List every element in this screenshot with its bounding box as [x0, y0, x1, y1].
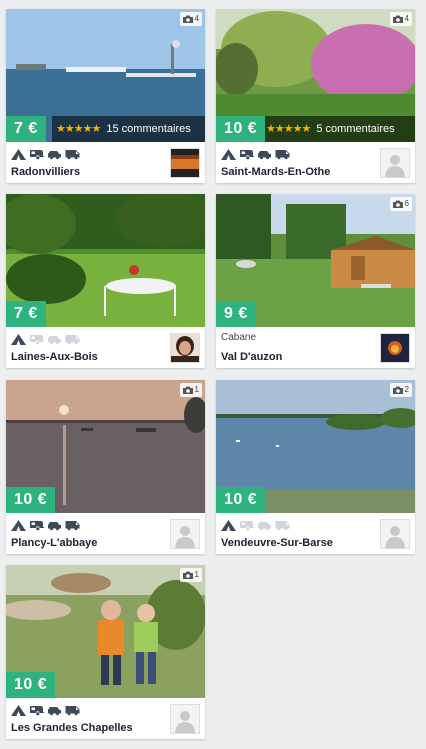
listing-name[interactable]: Val D'auzon: [221, 351, 282, 363]
accommodation-icons: [11, 147, 80, 159]
listing-card[interactable]: 1 10 € Plancy-L'abbaye: [6, 380, 205, 554]
price-badge: 10 €: [216, 487, 266, 513]
caravan-icon: [239, 518, 254, 529]
accommodation-icons: [11, 332, 80, 344]
accommodation-icons: [11, 518, 80, 530]
host-avatar-placeholder[interactable]: [380, 148, 410, 178]
price-badge: 7 €: [6, 301, 46, 327]
listing-photo[interactable]: 4 ★★★★★ 15 commentaires 7 €: [6, 9, 205, 142]
review-count[interactable]: 15 commentaires: [106, 123, 190, 135]
host-avatar[interactable]: [380, 333, 410, 363]
car-icon: [257, 147, 272, 158]
campervan-icon: [275, 147, 290, 158]
tent-icon: [11, 332, 26, 343]
campervan-icon: [65, 518, 80, 529]
listing-name[interactable]: Les Grandes Chapelles: [11, 722, 133, 734]
listing-card[interactable]: 4 ★★★★★ 5 commentaires 10 € Saint-Mards-…: [216, 9, 415, 183]
host-avatar[interactable]: [170, 333, 200, 363]
listing-card[interactable]: 6 9 € Cabane Val D'auzon: [216, 194, 415, 368]
photo-count: 1: [179, 568, 202, 582]
listing-card[interactable]: 4 ★★★★★ 15 commentaires 7 € Radonvillier…: [6, 9, 205, 183]
caravan-icon: [29, 518, 44, 529]
price-badge: 10 €: [6, 672, 56, 698]
listing-card[interactable]: 7 € Laines-Aux-Bois: [6, 194, 205, 368]
photo-count-value: 2: [404, 385, 409, 394]
rating-bar: ★★★★★ 5 commentaires: [262, 116, 415, 142]
caravan-icon: [29, 147, 44, 158]
photo-count-value: 4: [404, 14, 409, 23]
listing-name[interactable]: Saint-Mards-En-Othe: [221, 166, 330, 178]
camera-icon: [183, 386, 193, 394]
tent-icon: [11, 518, 26, 529]
listing-name[interactable]: Radonvilliers: [11, 166, 80, 178]
photo-count-value: 6: [404, 199, 409, 208]
listing-photo[interactable]: 7 €: [6, 194, 205, 327]
price-badge: 10 €: [6, 487, 56, 513]
campervan-icon: [65, 147, 80, 158]
host-avatar-placeholder[interactable]: [170, 519, 200, 549]
photo-count-value: 4: [194, 14, 199, 23]
car-icon: [257, 518, 272, 529]
host-avatar-placeholder[interactable]: [380, 519, 410, 549]
listing-photo[interactable]: 1 10 €: [6, 565, 205, 698]
tent-icon: [11, 703, 26, 714]
price-badge: 9 €: [216, 301, 256, 327]
review-count[interactable]: 5 commentaires: [316, 123, 394, 135]
camera-icon: [393, 386, 403, 394]
photo-count-value: 1: [194, 570, 199, 579]
camera-icon: [183, 571, 193, 579]
campervan-icon: [65, 332, 80, 343]
listing-photo[interactable]: 2 10 €: [216, 380, 415, 513]
host-avatar-placeholder[interactable]: [170, 704, 200, 734]
star-rating: ★★★★★: [56, 123, 101, 135]
camera-icon: [393, 15, 403, 23]
price-badge: 7 €: [6, 116, 46, 142]
star-rating: ★★★★★: [266, 123, 311, 135]
photo-count: 4: [179, 12, 202, 26]
photo-count: 2: [389, 383, 412, 397]
campervan-icon: [275, 518, 290, 529]
car-icon: [47, 147, 62, 158]
listing-name[interactable]: Plancy-L'abbaye: [11, 537, 97, 549]
listing-photo[interactable]: 1 10 €: [6, 380, 205, 513]
accommodation-icons: [11, 703, 80, 715]
photo-count: 1: [179, 383, 202, 397]
listing-card[interactable]: 2 10 € Vendeuvre-Sur-Barse: [216, 380, 415, 554]
photo-count-value: 1: [194, 385, 199, 394]
accommodation-icons: [221, 518, 290, 530]
listing-name[interactable]: Vendeuvre-Sur-Barse: [221, 537, 333, 549]
listing-name[interactable]: Laines-Aux-Bois: [11, 351, 98, 363]
caravan-icon: [239, 147, 254, 158]
camera-icon: [393, 200, 403, 208]
campervan-icon: [65, 703, 80, 714]
car-icon: [47, 332, 62, 343]
tent-icon: [221, 147, 236, 158]
listing-card[interactable]: 1 10 € Les Grandes Chapelles: [6, 565, 205, 739]
caravan-icon: [29, 703, 44, 714]
camera-icon: [183, 15, 193, 23]
listing-photo[interactable]: 6 9 €: [216, 194, 415, 327]
photo-count: 6: [389, 197, 412, 211]
car-icon: [47, 518, 62, 529]
photo-count: 4: [389, 12, 412, 26]
listing-photo[interactable]: 4 ★★★★★ 5 commentaires 10 €: [216, 9, 415, 142]
host-avatar[interactable]: [170, 148, 200, 178]
tent-icon: [221, 518, 236, 529]
caravan-icon: [29, 332, 44, 343]
accommodation-type: Cabane: [221, 332, 257, 343]
rating-bar: ★★★★★ 15 commentaires: [52, 116, 205, 142]
accommodation-icons: [221, 147, 290, 159]
tent-icon: [11, 147, 26, 158]
price-badge: 10 €: [216, 116, 266, 142]
car-icon: [47, 703, 62, 714]
